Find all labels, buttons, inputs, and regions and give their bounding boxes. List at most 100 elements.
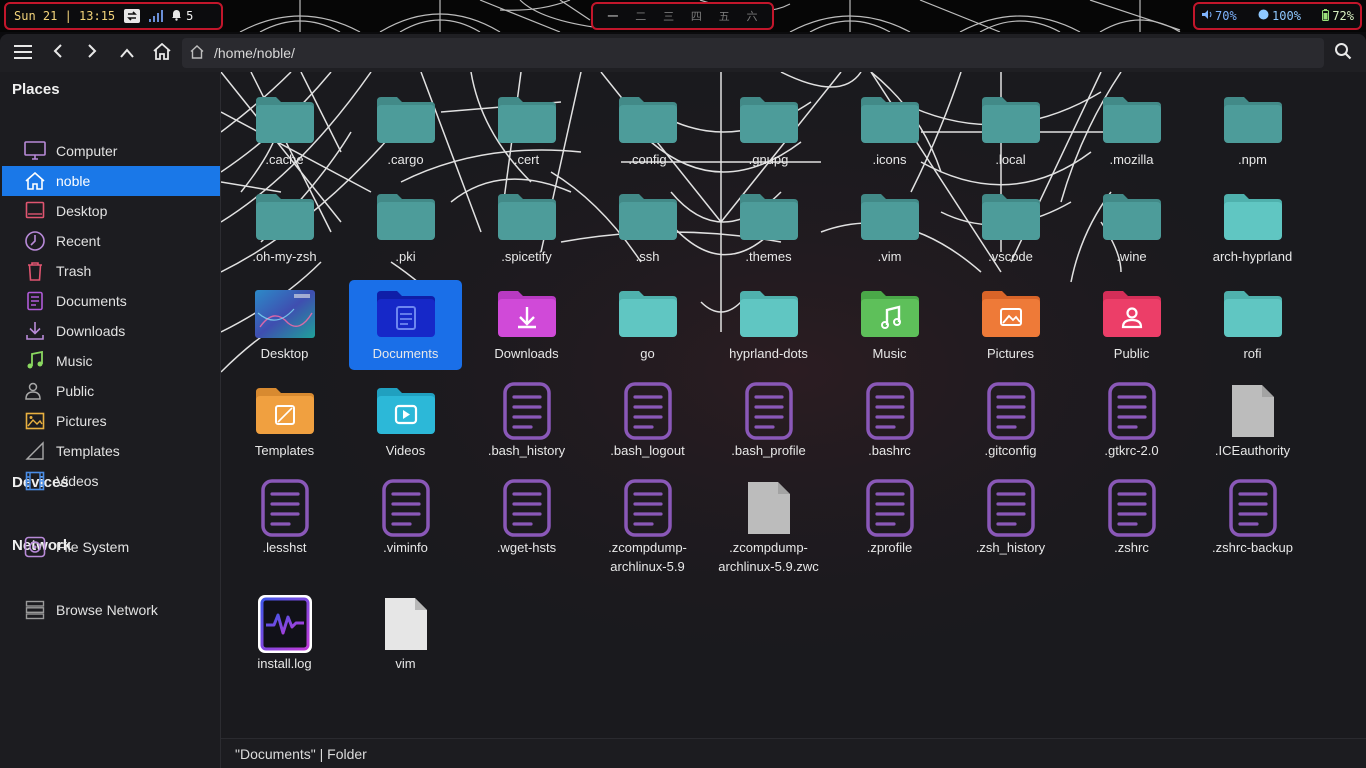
item-label: arch-hyprland xyxy=(1212,249,1293,264)
sidebar-item-documents[interactable]: Documents xyxy=(2,286,220,316)
folder-item[interactable]: .wine xyxy=(1075,183,1188,273)
item-label: .npm xyxy=(1238,152,1267,167)
folder-item[interactable]: hyprland-dots xyxy=(712,280,825,370)
workspace-6[interactable]: 六 xyxy=(747,8,758,24)
item-label: .cache xyxy=(265,152,304,167)
workspace-4[interactable]: 四 xyxy=(691,8,702,24)
sidebar-item-public[interactable]: Public xyxy=(2,376,220,406)
file-item[interactable]: .bash_history xyxy=(470,377,583,467)
folder-item[interactable]: .cert xyxy=(470,86,583,176)
folder-item[interactable]: Templates xyxy=(228,377,341,467)
folder-item[interactable]: .gnupg xyxy=(712,86,825,176)
home-button[interactable] xyxy=(147,38,177,68)
workspace-2[interactable]: 二 xyxy=(635,8,646,24)
item-label: vim xyxy=(395,656,416,671)
volume-indicator[interactable]: 70% xyxy=(1201,9,1237,23)
sidebar-item-trash[interactable]: Trash xyxy=(2,256,220,286)
folder-item[interactable]: Downloads xyxy=(470,280,583,370)
file-item[interactable]: .viminfo xyxy=(349,474,462,564)
back-button[interactable] xyxy=(43,38,73,68)
folder-item[interactable]: .ssh xyxy=(591,183,704,273)
folder-item[interactable]: arch-hyprland xyxy=(1196,183,1309,273)
videos-folder-icon xyxy=(373,383,439,439)
folder-item[interactable]: Videos xyxy=(349,377,462,467)
file-view[interactable]: .cache .cargo .cert .config .gnupg .icons .loc… xyxy=(221,72,1366,738)
folder-item[interactable]: Pictures xyxy=(954,280,1067,370)
brightness-indicator[interactable]: 100% xyxy=(1258,9,1301,23)
file-item[interactable]: .zshrc xyxy=(1075,474,1188,564)
toolbar: /home/noble/ xyxy=(0,34,1366,72)
search-button[interactable] xyxy=(1328,38,1358,68)
file-item[interactable]: .bashrc xyxy=(833,377,946,467)
folder-item[interactable]: .oh-my-zsh xyxy=(228,183,341,273)
text-file-icon xyxy=(373,479,439,537)
workspace-5[interactable]: 五 xyxy=(719,8,730,24)
sidebar-item-browse-network[interactable]: Browse Network xyxy=(2,595,220,625)
folder-item[interactable]: .vim xyxy=(833,183,946,273)
sidebar-item-file-system[interactable]: File System xyxy=(2,532,220,562)
folder-item[interactable]: .config xyxy=(591,86,704,176)
sidebar-item-downloads[interactable]: Downloads xyxy=(2,316,220,346)
sidebar-item-recent[interactable]: Recent xyxy=(2,226,220,256)
file-item[interactable]: .wget-hsts xyxy=(470,474,583,564)
file-item[interactable]: install.log xyxy=(228,590,341,680)
folder-item[interactable]: .npm xyxy=(1196,86,1309,176)
folder-item[interactable]: .cargo xyxy=(349,86,462,176)
sync-icon[interactable] xyxy=(123,8,141,24)
folder-item[interactable]: .pki xyxy=(349,183,462,273)
forward-button[interactable] xyxy=(77,38,107,68)
network-icon xyxy=(24,599,46,621)
workspace-3[interactable]: 三 xyxy=(663,8,674,24)
folder-item[interactable]: Documents xyxy=(349,280,462,370)
file-item[interactable]: .gitconfig xyxy=(954,377,1067,467)
notifications-indicator[interactable]: 5 xyxy=(171,9,193,24)
folder-item[interactable]: Music xyxy=(833,280,946,370)
battery-indicator[interactable]: 72% xyxy=(1322,8,1354,24)
item-label: .zshrc-backup xyxy=(1212,540,1293,555)
folder-item[interactable]: .icons xyxy=(833,86,946,176)
sidebar-item-computer[interactable]: Computer xyxy=(2,136,220,166)
sidebar-item-videos[interactable]: Videos xyxy=(2,466,220,496)
sidebar-item-pictures[interactable]: Pictures xyxy=(2,406,220,436)
clock[interactable]: Sun 21 | 13:15 xyxy=(14,9,115,23)
folder-item[interactable]: rofi xyxy=(1196,280,1309,370)
location-bar[interactable]: /home/noble/ xyxy=(182,38,1324,68)
sidebar-item-noble[interactable]: noble xyxy=(2,166,220,196)
folder-item[interactable]: .spicetify xyxy=(470,183,583,273)
pictures-folder-icon xyxy=(978,286,1044,342)
folder-item[interactable]: Public xyxy=(1075,280,1188,370)
sidebar-item-music[interactable]: Music xyxy=(2,346,220,376)
file-item[interactable]: .ICEauthority xyxy=(1196,377,1309,467)
downloads-folder-icon xyxy=(494,286,560,342)
speaker-icon xyxy=(1201,9,1213,23)
file-item[interactable]: .zcompdump- archlinux-5.9.zwc xyxy=(712,474,825,574)
file-item[interactable]: .gtkrc-2.0 xyxy=(1075,377,1188,467)
folder-item[interactable]: .mozilla xyxy=(1075,86,1188,176)
file-item[interactable]: .bash_profile xyxy=(712,377,825,467)
item-label: .lesshst xyxy=(262,540,307,555)
item-label: .wine xyxy=(1116,249,1147,264)
file-item[interactable]: .zsh_history xyxy=(954,474,1067,564)
file-item[interactable]: .lesshst xyxy=(228,474,341,564)
folder-icon xyxy=(736,92,802,148)
folder-item[interactable]: .vscode xyxy=(954,183,1067,273)
file-item[interactable]: .zprofile xyxy=(833,474,946,564)
menu-button[interactable] xyxy=(8,38,38,68)
item-label: Public xyxy=(1113,346,1150,361)
folder-item[interactable]: Desktop xyxy=(228,280,341,370)
sidebar-item-templates[interactable]: Templates xyxy=(2,436,220,466)
item-label: .local xyxy=(995,152,1026,167)
folder-item[interactable]: .cache xyxy=(228,86,341,176)
parent-folder-button[interactable] xyxy=(112,38,142,68)
folder-item[interactable]: .local xyxy=(954,86,1067,176)
folder-item[interactable]: .themes xyxy=(712,183,825,273)
sidebar-item-desktop[interactable]: Desktop xyxy=(2,196,220,226)
file-item[interactable]: vim xyxy=(349,590,462,680)
file-item[interactable]: .zshrc-backup xyxy=(1196,474,1309,564)
file-item[interactable]: .bash_logout xyxy=(591,377,704,467)
network-signal-icon[interactable] xyxy=(149,10,164,22)
workspace-1[interactable]: 一 xyxy=(607,8,618,24)
folder-item[interactable]: go xyxy=(591,280,704,370)
public-folder-icon xyxy=(1099,286,1165,342)
file-item[interactable]: .zcompdump- archlinux-5.9 xyxy=(591,474,704,574)
